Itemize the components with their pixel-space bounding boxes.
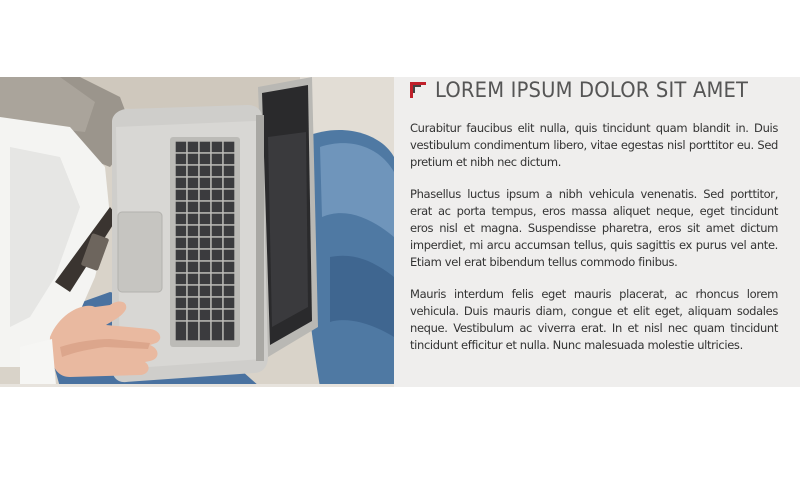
article-body: Curabitur faucibus elit nulla, quis tinc…	[410, 120, 778, 370]
article-panel: LOREM IPSUM DOLOR SIT AMET Curabitur fau…	[394, 77, 800, 387]
article-heading: LOREM IPSUM DOLOR SIT AMET	[410, 77, 772, 103]
paragraph-1: Curabitur faucibus elit nulla, quis tinc…	[410, 121, 778, 169]
paragraph-2: Phasellus luctus ipsum a nibh vehicula v…	[410, 187, 778, 269]
laptop-photo	[0, 77, 394, 387]
feature-slide: LOREM IPSUM DOLOR SIT AMET Curabitur fau…	[0, 77, 800, 387]
brand-square-icon	[410, 82, 426, 98]
article-title: LOREM IPSUM DOLOR SIT AMET	[435, 78, 749, 102]
paragraph-3: Mauris interdum felis eget mauris placer…	[410, 287, 778, 352]
